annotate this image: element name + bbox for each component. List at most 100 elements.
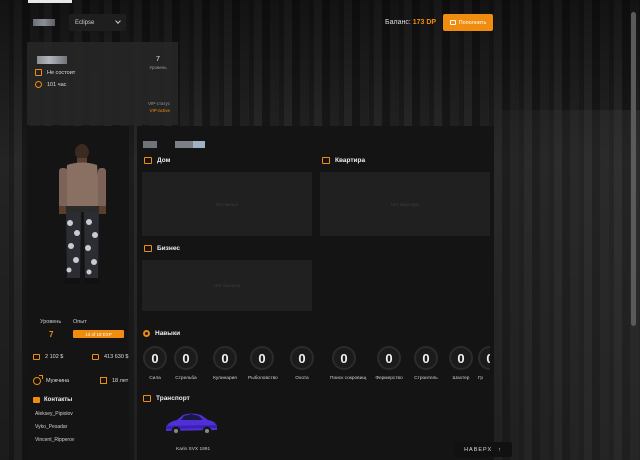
calendar-icon — [100, 377, 107, 384]
apartment-title: Квартира — [322, 157, 365, 164]
skill-label: Сила — [149, 376, 161, 381]
business-card: Нет бизнеса — [142, 260, 312, 311]
wallet-icon — [449, 20, 456, 25]
cash-row: 2 102 $ — [33, 354, 63, 360]
topup-label: Пополнить — [458, 19, 487, 26]
vip-label: VIP-статус — [148, 101, 170, 106]
skill-value: 0 — [414, 346, 438, 370]
skills-title-text: Навыки — [155, 330, 181, 337]
age-row: 18 лет — [100, 377, 128, 384]
skill-item: 0 Сила — [141, 346, 169, 381]
server-select[interactable]: Eclipse — [69, 14, 126, 31]
skill-item: 0 Фермерство — [375, 346, 403, 381]
contact-item[interactable]: Vyko_Pesadar — [35, 424, 67, 430]
player-name-blurred — [143, 141, 205, 148]
character-avatar — [59, 144, 106, 284]
skill-label: Кулинария — [213, 376, 237, 381]
briefcase-icon — [144, 245, 152, 252]
vehicle-name: Karin SVX 1991 — [176, 447, 211, 452]
balance: Баланс: 173 DP — [385, 19, 436, 26]
contacts-icon — [33, 397, 40, 403]
skill-value: 0 — [332, 346, 356, 370]
vip-block: VIP-статус VIP-active — [148, 101, 170, 113]
skill-label: Рыболовство — [248, 376, 278, 381]
skill-item: 0 Охота — [288, 346, 316, 381]
male-icon — [33, 375, 43, 385]
apartment-title-text: Квартира — [335, 157, 366, 164]
gender-value: Мужчина — [46, 378, 70, 384]
transport-title: Транспорт — [143, 395, 190, 402]
skill-value: 0 — [449, 346, 473, 370]
clan-status-row: Не состоит — [35, 69, 75, 76]
skill-label: Фермерство — [375, 376, 403, 381]
skill-item: 0 Гр — [478, 346, 490, 381]
server-select-value: Eclipse — [75, 19, 95, 26]
age-value: 18 лет — [112, 377, 129, 384]
level-stat-value: 7 — [49, 330, 54, 339]
level-number: 7 — [156, 56, 160, 63]
skill-label: Поиск сокровищ — [330, 376, 367, 381]
house-title-text: Дом — [157, 157, 171, 164]
business-empty-text: Нет бизнеса — [214, 283, 240, 288]
car-icon — [143, 395, 151, 402]
organization-icon — [35, 69, 42, 76]
vehicle-image[interactable] — [163, 411, 219, 437]
skill-value: 0 — [290, 346, 314, 370]
apartment-icon — [322, 157, 330, 164]
balance-label: Баланс: — [385, 19, 411, 26]
skill-value: 0 — [143, 346, 167, 370]
scroll-to-top-button[interactable]: НАВЕРХ ↑ — [454, 442, 512, 457]
bank-row: 413 630 $ — [92, 354, 128, 360]
top-strip — [28, 0, 72, 3]
skill-label: Гр — [478, 376, 483, 381]
skill-value: 0 — [174, 346, 198, 370]
skill-value: 0 — [213, 346, 237, 370]
gender-row: Мужчина — [33, 375, 70, 385]
skill-item: 0 Стрельба — [172, 346, 200, 381]
scroll-to-top-label: НАВЕРХ — [464, 446, 493, 453]
skill-item: 0 Рыболовство — [248, 346, 278, 381]
skill-value: 0 — [377, 346, 401, 370]
cash-value: 2 102 $ — [45, 354, 64, 360]
house-icon — [144, 157, 152, 164]
hours-played: 101 час — [47, 81, 67, 88]
skill-label: Стрельба — [175, 376, 197, 381]
exp-stat-label: Опыт — [73, 319, 87, 325]
skill-label: Шахтер — [452, 376, 470, 381]
contact-item[interactable]: Vincent_Ripperov — [35, 437, 74, 443]
bank-value: 413 630 $ — [104, 354, 129, 360]
contacts-title-text: Контакты — [44, 397, 73, 403]
clan-status: Не состоит — [47, 69, 76, 76]
balance-value: 173 DP — [412, 19, 437, 26]
level-stat-label: Уровень — [40, 319, 62, 325]
skill-item: 0 Поиск сокровищ — [330, 346, 367, 381]
skill-value: 0 — [478, 346, 490, 370]
apartment-card: Нет квартиры — [320, 172, 490, 236]
exp-value: 13 of 18 EXP — [85, 331, 112, 337]
chevron-down-icon — [115, 18, 121, 24]
level-block: 7 Уровень — [146, 56, 170, 70]
exp-progress-bar: 13 of 18 EXP — [73, 330, 124, 338]
gear-icon — [143, 330, 150, 337]
business-title: Бизнес — [144, 245, 180, 252]
vip-value: VIP-active — [149, 108, 170, 113]
business-title-text: Бизнес — [157, 245, 180, 252]
contact-item[interactable]: Aleksey_Pipiolov — [35, 411, 73, 417]
cash-icon — [33, 354, 40, 360]
scrollbar[interactable] — [631, 12, 636, 326]
skill-item: 0 Строитель — [412, 346, 440, 381]
contacts-title: Контакты — [33, 397, 72, 403]
house-empty-text: Нет жилья — [216, 201, 238, 207]
skill-label: Строитель — [414, 376, 438, 381]
skill-label: Охота — [295, 376, 309, 381]
skill-item: 0 Кулинария — [211, 346, 239, 381]
player-name-blurred — [37, 56, 67, 64]
hours-row: 101 час — [35, 81, 66, 88]
topup-button[interactable]: Пополнить — [443, 14, 493, 31]
skills-title: Навыки — [143, 330, 180, 337]
skill-item: 0 Шахтер — [447, 346, 475, 381]
status-card: Не состоит 101 час 7 Уровень VIP-статус … — [27, 42, 178, 125]
level-label: Уровень — [149, 65, 167, 70]
house-title: Дом — [144, 157, 170, 164]
bank-card-icon — [92, 354, 99, 360]
